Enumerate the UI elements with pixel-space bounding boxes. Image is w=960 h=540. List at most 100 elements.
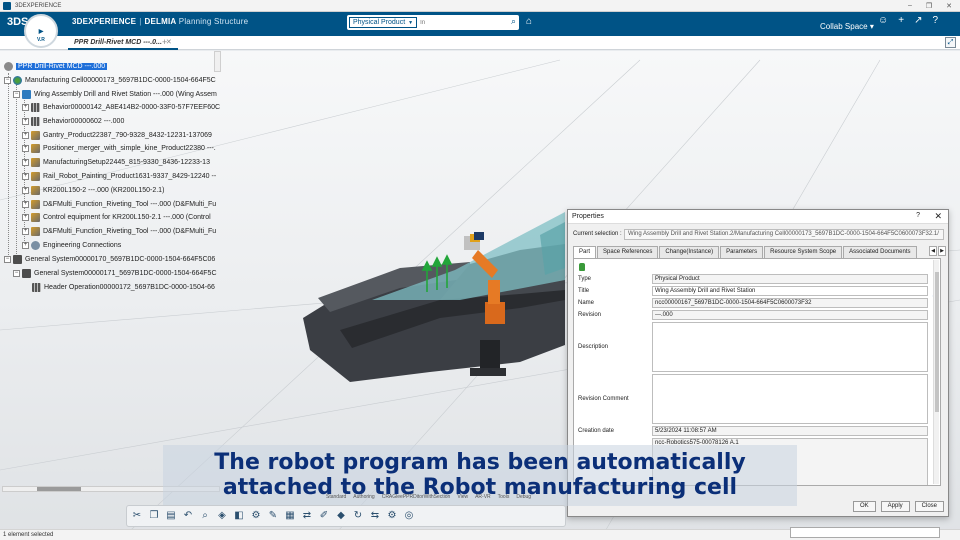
tree-item-controller[interactable]: + Control equipment for KR200L150-2.1 --… (22, 212, 222, 223)
close-window-button[interactable]: ✕ (946, 2, 952, 10)
tree-guide (8, 73, 9, 263)
tree-item-engineering-connections[interactable]: + Engineering Connections (22, 240, 222, 251)
section-authoring[interactable]: Authoring (353, 494, 374, 500)
general-system-icon (22, 269, 31, 278)
measure-icon[interactable]: ✐ (317, 509, 331, 523)
tree-item-robot[interactable]: + KR200L150-2 ---.000 (KR200L150-2.1) (22, 185, 222, 196)
expand-node-icon[interactable]: + (22, 145, 29, 152)
expand-node-icon[interactable]: + (22, 159, 29, 166)
tree-item-general-system[interactable]: − General System00000170_5697B1DC-0000-1… (4, 254, 222, 265)
title-field[interactable]: Wing Assembly Drill and Rivet Station (652, 286, 928, 296)
section-tools[interactable]: Tools (498, 494, 510, 500)
tab-scroll-right-icon[interactable]: ▶ (938, 246, 946, 256)
scroll-thumb[interactable] (935, 272, 939, 412)
zoom-icon[interactable]: ⌕ (198, 509, 212, 523)
description-field[interactable] (652, 322, 928, 372)
current-selection-field[interactable]: Wing Assembly Drill and Rivet Station.2/… (624, 229, 944, 240)
expand-node-icon[interactable]: + (22, 201, 29, 208)
minimize-button[interactable]: – (908, 2, 912, 10)
panel-scrollbar[interactable] (933, 260, 939, 484)
ok-button[interactable]: OK (852, 501, 876, 512)
section-standard[interactable]: Standard (326, 494, 346, 500)
edit-icon[interactable]: ✎ (266, 509, 280, 523)
resource-icon[interactable]: ⚙ (249, 509, 263, 523)
layout-icon[interactable]: ▦ (283, 509, 297, 523)
name-field[interactable]: ncc00000167_5697B1DC-0000-1504-664F5C060… (652, 298, 928, 308)
paste-icon[interactable]: ▤ (164, 509, 178, 523)
collab-space-menu[interactable]: Collab Space ▾ (820, 22, 874, 31)
help-button[interactable]: ? (916, 212, 920, 219)
tree-item-label: Behavior00000602 ---.000 (43, 118, 125, 125)
tree-item-tool[interactable]: + D&FMulti_Function_Riveting_Tool ---.00… (22, 199, 222, 210)
add-tab-button[interactable]: + (162, 37, 167, 47)
tree-item-general-system[interactable]: − General System00000171_5697B1DC-0000-1… (13, 268, 222, 279)
user-icon[interactable]: ☺ (878, 15, 888, 26)
add-icon[interactable]: + (898, 15, 904, 26)
expand-node-icon[interactable]: + (22, 173, 29, 180)
expand-node-icon[interactable]: + (22, 104, 29, 111)
tab-scroll-left-icon[interactable]: ◀ (929, 246, 937, 256)
snap-icon[interactable]: ◎ (402, 509, 416, 523)
scissors-icon[interactable]: ✂ (130, 509, 144, 523)
tree-item-resource[interactable]: + Positioner_merger_with_simple_kine_Pro… (22, 143, 222, 154)
properties-tabs: Part Space References Change(Instance) P… (573, 246, 918, 258)
help-icon[interactable]: ? (932, 15, 938, 26)
tree-item-label: Control equipment for KR200L150-2.1 ---.… (43, 214, 211, 221)
tree-item-tool[interactable]: + D&FMulti_Function_Riveting_Tool ---.00… (22, 226, 222, 237)
collapse-icon[interactable]: − (13, 91, 20, 98)
share-icon[interactable]: ↗ (914, 15, 922, 26)
compass-icon[interactable]: ◆ (334, 509, 348, 523)
insert-product-icon[interactable]: ◧ (232, 509, 246, 523)
rotate-icon[interactable]: ↻ (351, 509, 365, 523)
collapse-icon[interactable]: − (4, 77, 11, 84)
section-debug[interactable]: Debug (516, 494, 531, 500)
expand-node-icon[interactable]: + (22, 214, 29, 221)
tree-item-resource[interactable]: + Rail_Robot_Painting_Product1631-9337_8… (22, 171, 222, 182)
section-ar-vr[interactable]: AR-VR (475, 494, 491, 500)
current-selection-label: Current selection : (573, 231, 622, 237)
scroll-thumb[interactable] (37, 487, 81, 491)
section-custom[interactable]: CRAGleePPRDitorWithSection (382, 494, 451, 500)
expand-node-icon[interactable]: + (22, 132, 29, 139)
tree-item-root[interactable]: PPR Drill-Rivet MCD ---.000 (4, 61, 108, 72)
tree-item-station[interactable]: − Wing Assembly Drill and Rivet Station … (13, 89, 222, 100)
copy-icon[interactable]: ❐ (147, 509, 161, 523)
power-input[interactable] (790, 527, 940, 538)
settings-icon[interactable]: ⚙ (385, 509, 399, 523)
search-icon[interactable]: ⌕ (511, 16, 516, 27)
tab-space-references[interactable]: Space References (597, 246, 659, 258)
maximize-button[interactable]: ❐ (926, 2, 932, 10)
tab-resource-system-scope[interactable]: Resource System Scope (764, 246, 843, 258)
search-scope-select[interactable]: Physical Product ▼ (349, 17, 418, 28)
tree-item-resource[interactable]: + ManufacturingSetup22445_815-9330_8436-… (22, 157, 222, 168)
connect-icon[interactable]: ⇄ (300, 509, 314, 523)
revision-comment-field[interactable] (652, 374, 928, 424)
tree-scrollbar[interactable] (214, 51, 221, 72)
tab-parameters[interactable]: Parameters (720, 246, 764, 258)
search-input[interactable] (420, 17, 505, 28)
expand-node-icon[interactable]: + (22, 187, 29, 194)
tag-icon[interactable]: ⌂ (526, 16, 532, 27)
section-view[interactable]: View (457, 494, 468, 500)
expand-node-icon[interactable]: + (22, 118, 29, 125)
undo-icon[interactable]: ↶ (181, 509, 195, 523)
collapse-icon[interactable]: − (13, 270, 20, 277)
collapse-icon[interactable]: − (4, 256, 11, 263)
close-button[interactable]: Close (914, 501, 944, 512)
close-dialog-button[interactable]: ✕ (934, 211, 942, 222)
tree-item-manufacturing-cell[interactable]: − Manufacturing Cell00000173_5697B1DC-00… (4, 75, 222, 86)
tab-associated-documents[interactable]: Associated Documents (843, 246, 917, 258)
compass-button[interactable]: ▶ V.R (24, 14, 58, 48)
tree-item-behavior[interactable]: + Behavior00000142_A8E414B2-0000-33F0-57… (22, 102, 222, 113)
tab-part[interactable]: Part (573, 246, 597, 258)
tab-change-instance[interactable]: Change(Instance) (659, 246, 720, 258)
expand-node-icon[interactable]: + (22, 242, 29, 249)
tree-item-header-operation[interactable]: Header Operation00000172_5697B1DC-0000-1… (32, 282, 222, 293)
expand-node-icon[interactable]: + (22, 228, 29, 235)
apply-button[interactable]: Apply (880, 501, 910, 512)
tree-item-resource[interactable]: + Gantry_Product22387_790-9328_8432-1223… (22, 130, 222, 141)
expand-icon[interactable]: ⤢ (945, 37, 956, 48)
cube-icon[interactable]: ◈ (215, 509, 229, 523)
swap-icon[interactable]: ⇆ (368, 509, 382, 523)
tree-item-behavior[interactable]: + Behavior00000602 ---.000 (22, 116, 222, 127)
